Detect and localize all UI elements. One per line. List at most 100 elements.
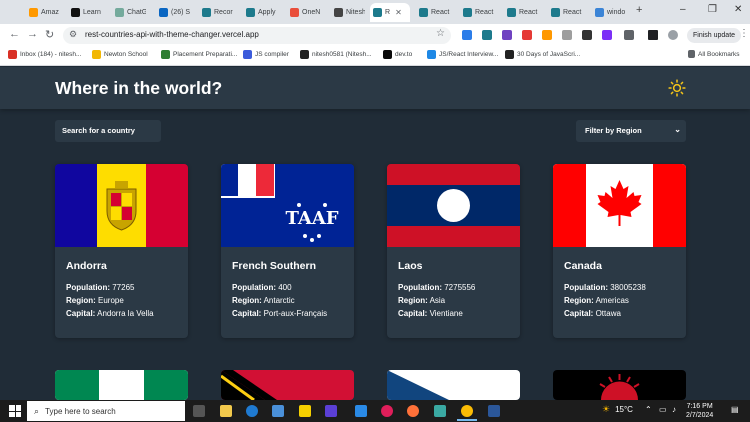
tab-active[interactable]: R ✕: [370, 3, 410, 22]
bookmark-label: JS compiler: [255, 51, 289, 58]
bookmark-item[interactable]: dev.to: [383, 50, 412, 59]
country-card[interactable]: [553, 370, 686, 400]
file-explorer-icon[interactable]: [220, 405, 232, 417]
forward-icon[interactable]: →: [27, 28, 38, 40]
browser-tab[interactable]: Nitesh: [331, 3, 365, 22]
bookmark-item[interactable]: 30 Days of JavaScri...: [505, 50, 580, 59]
taskbar-clock[interactable]: 7:16 PM 2/7/2024: [686, 402, 713, 420]
bookmark-item[interactable]: JS compiler: [243, 50, 289, 59]
word-icon[interactable]: [488, 405, 500, 417]
capital-value: Port-aux-Français: [263, 309, 328, 318]
extension-icon[interactable]: [562, 30, 572, 40]
browser-tab[interactable]: Recor: [199, 3, 233, 22]
notification-icon[interactable]: ▤: [731, 405, 739, 414]
browser-tab[interactable]: Learn: [68, 3, 102, 22]
browser-tab[interactable]: React: [548, 3, 584, 22]
country-capital: Capital: Andorra la Vella: [66, 309, 154, 318]
sun-icon[interactable]: [668, 79, 686, 97]
restore-icon[interactable]: ❐: [708, 4, 717, 15]
finish-update-button[interactable]: Finish update: [687, 28, 742, 43]
browser-tab[interactable]: React: [460, 3, 496, 22]
taskbar-search[interactable]: ⌕ Type here to search: [27, 401, 185, 421]
js-icon: [243, 50, 252, 59]
bookmark-item[interactable]: Inbox (184) - nitesh...: [8, 50, 81, 59]
browser-tab[interactable]: Apply: [243, 3, 277, 22]
extension-icon[interactable]: [502, 30, 512, 40]
bookmark-item[interactable]: JS/React Interview...: [427, 50, 498, 59]
reload-icon[interactable]: ↻: [45, 28, 54, 41]
country-region: Region: Asia: [398, 296, 445, 305]
bookmark-star-icon[interactable]: ☆: [436, 28, 445, 39]
site-header: Where in the world?: [0, 67, 750, 109]
minimize-icon[interactable]: –: [680, 4, 686, 15]
region-label: Region:: [232, 296, 262, 305]
extension-icon[interactable]: [582, 30, 592, 40]
vscode-icon[interactable]: [355, 405, 367, 417]
chrome-icon[interactable]: [461, 405, 473, 417]
address-bar[interactable]: ⚙ rest-countries-api-with-theme-changer.…: [63, 27, 451, 44]
bookmark-item[interactable]: Placement Preparati...: [161, 50, 237, 59]
capital-value: Ottawa: [595, 309, 621, 318]
bookmark-item[interactable]: Newton School: [92, 50, 148, 59]
extensions-puzzle-icon[interactable]: [624, 30, 634, 40]
temperature: 15°C: [615, 405, 633, 414]
sticky-notes-icon[interactable]: [299, 405, 311, 417]
extension-icon[interactable]: [482, 30, 492, 40]
country-card[interactable]: [221, 370, 354, 400]
extension-icon[interactable]: [542, 30, 552, 40]
country-region: Region: Europe: [66, 296, 124, 305]
browser-tab[interactable]: windo: [592, 3, 628, 22]
edge-icon[interactable]: [246, 405, 258, 417]
app-icon[interactable]: [325, 405, 337, 417]
store-icon[interactable]: [272, 405, 284, 417]
network-icon[interactable]: ▭: [659, 405, 667, 414]
extension-icon[interactable]: [462, 30, 472, 40]
browser-tab[interactable]: (26) S: [156, 3, 190, 22]
country-name: Andorra: [66, 260, 107, 272]
weather-widget[interactable]: ☀ 15°C: [602, 404, 633, 415]
menu-dots-icon[interactable]: ⋮: [739, 28, 749, 39]
tab-label: React: [431, 9, 450, 16]
browser-tab[interactable]: React: [416, 3, 452, 22]
extension-icon[interactable]: [602, 30, 612, 40]
canada-flag: [553, 164, 686, 247]
country-card[interactable]: [55, 370, 188, 400]
site-info-icon[interactable]: ⚙: [69, 29, 77, 40]
browser-tab[interactable]: React: [504, 3, 540, 22]
firefox-icon[interactable]: [407, 405, 419, 417]
bookmark-label: JS/React Interview...: [439, 51, 499, 58]
back-icon[interactable]: ←: [9, 28, 20, 40]
slack-icon[interactable]: [381, 405, 393, 417]
clock-time: 7:16 PM: [686, 403, 713, 410]
new-tab-button[interactable]: +: [636, 4, 642, 16]
profile-avatar[interactable]: [668, 30, 678, 40]
browser-tab[interactable]: Amaz: [26, 3, 59, 22]
tab-label: ChatG: [127, 9, 146, 16]
tray-chevron-icon[interactable]: ⌃: [645, 405, 652, 414]
search-input[interactable]: Search for a country: [55, 120, 161, 142]
windows-start-icon[interactable]: [9, 405, 21, 417]
volume-icon[interactable]: ♪: [672, 405, 676, 414]
browser-toolbar: ← → ↻ ⚙ rest-countries-api-with-theme-ch…: [0, 24, 750, 46]
country-card[interactable]: Canada Population: 38005238 Region: Americ…: [553, 164, 686, 338]
placement-icon: [161, 50, 170, 59]
all-bookmarks[interactable]: All Bookmarks: [688, 50, 740, 58]
newton-icon: [92, 50, 101, 59]
country-card[interactable]: Andorra Population: 77265 Region: Europe Ca…: [55, 164, 188, 338]
browser-tab[interactable]: OneN: [287, 3, 321, 22]
close-window-icon[interactable]: ✕: [734, 4, 742, 15]
bookmark-item[interactable]: nitesh0581 (Nitesh...: [300, 50, 372, 59]
close-tab-icon[interactable]: ✕: [395, 8, 402, 17]
country-card[interactable]: TAAF French Southern Population: 400 Regio…: [221, 164, 354, 338]
extension-icon[interactable]: [522, 30, 532, 40]
country-card[interactable]: [387, 370, 520, 400]
country-card[interactable]: Laos Population: 7275556 Region: Asia Capit…: [387, 164, 520, 338]
side-panel-icon[interactable]: [648, 30, 658, 40]
browser-tab[interactable]: ChatG: [112, 3, 146, 22]
country-population: Population: 38005238: [564, 283, 646, 292]
browser-tab-bar: Amaz Learn ChatG (26) S Recor Apply OneN Nitesh…: [0, 0, 750, 24]
devto-icon: [383, 50, 392, 59]
task-view-icon[interactable]: [193, 405, 205, 417]
app-icon[interactable]: [434, 405, 446, 417]
region-filter-select[interactable]: Filter by Region ⌄: [576, 120, 686, 142]
